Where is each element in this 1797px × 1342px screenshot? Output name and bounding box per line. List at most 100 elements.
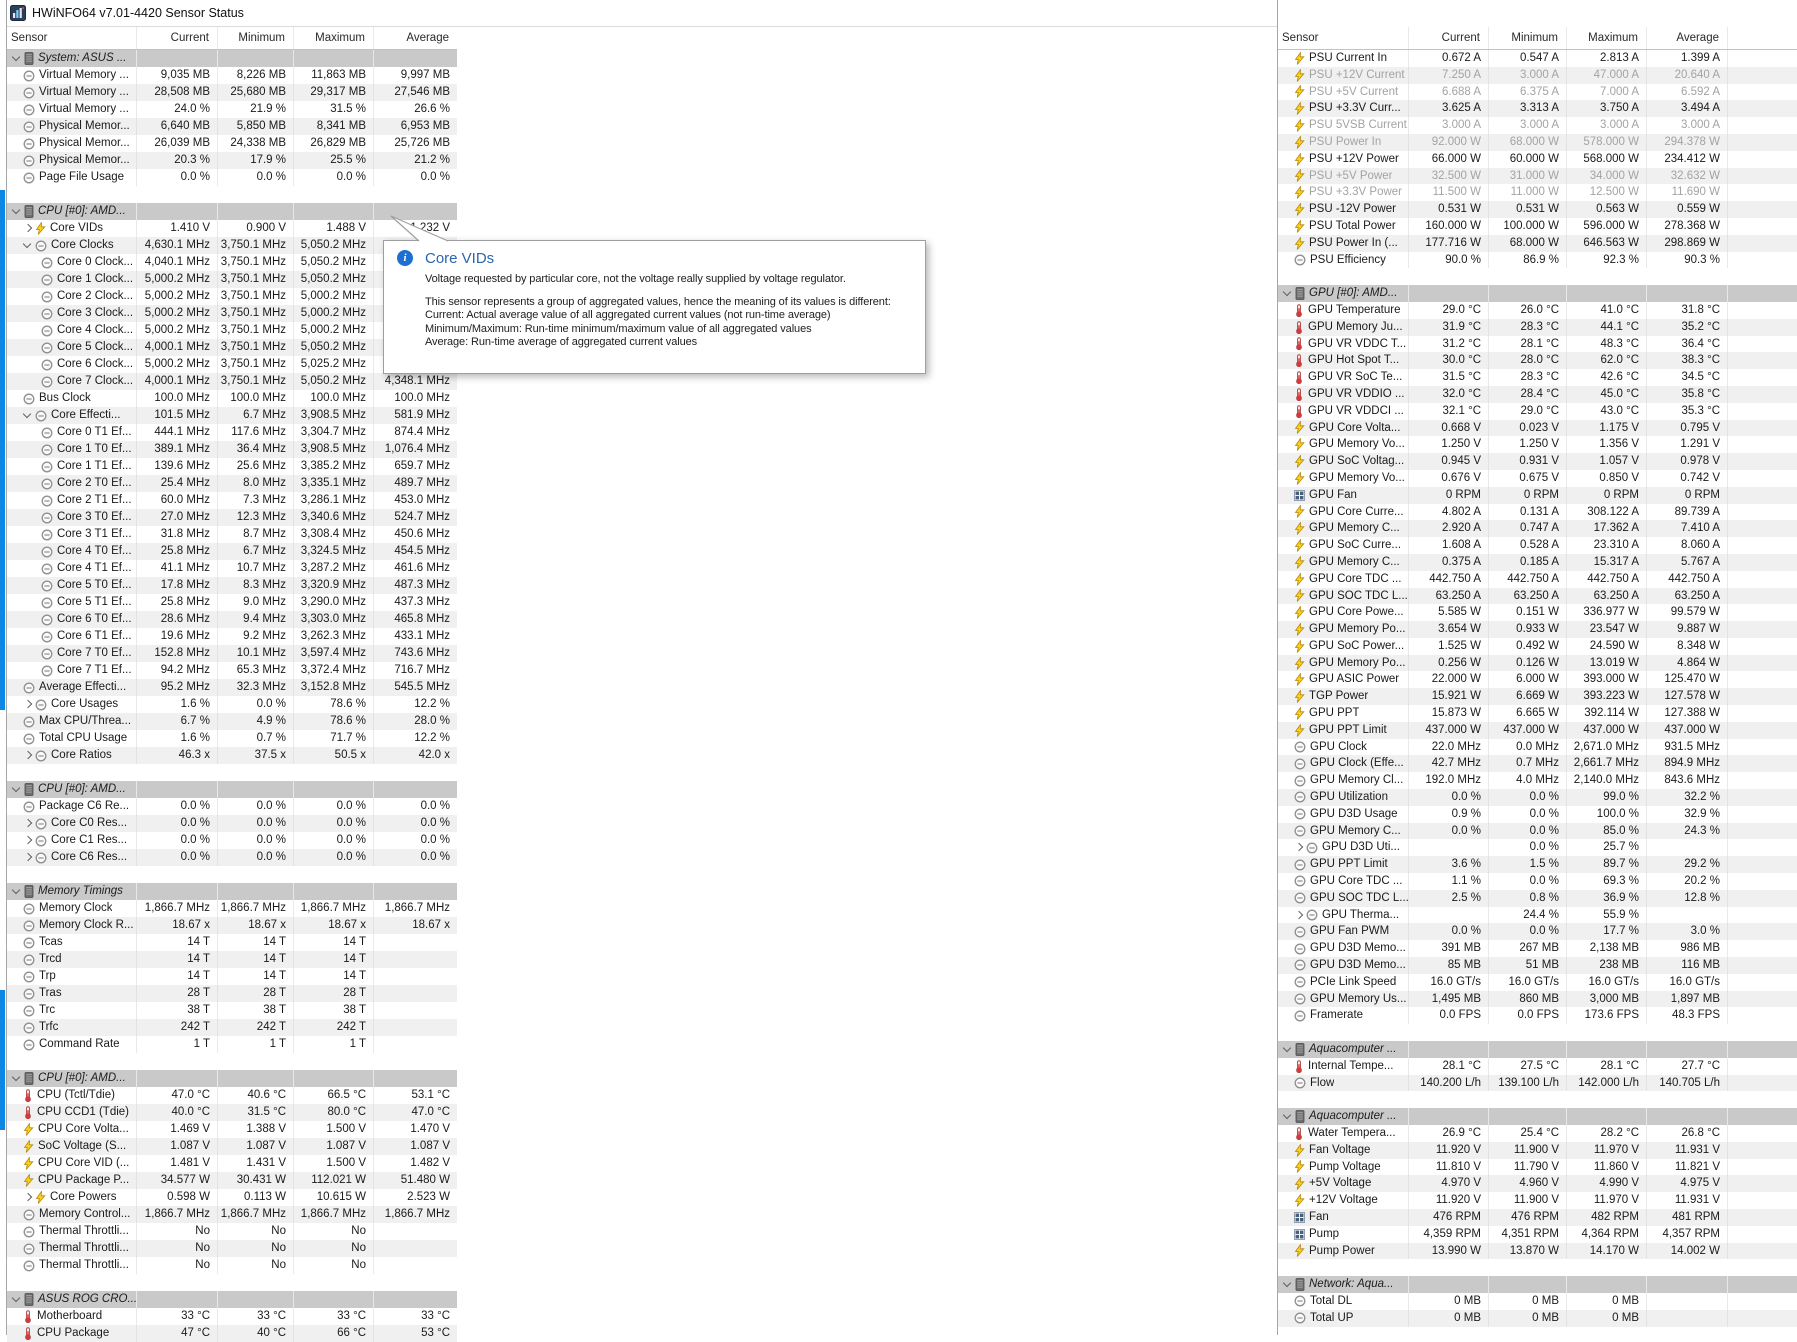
sensor-row[interactable]: Average Effecti... 95.2 MHz 32.3 MHz 3,152.… bbox=[7, 679, 457, 696]
chevron-right-icon[interactable] bbox=[1291, 908, 1306, 923]
column-header-sensor[interactable]: Sensor bbox=[1278, 27, 1408, 49]
sensor-row[interactable]: PSU +5V Current 6.688 A 6.375 A 7.000 A 6.59… bbox=[1278, 83, 1797, 101]
column-header-current[interactable]: Current bbox=[1408, 27, 1488, 49]
sensor-row[interactable]: Total CPU Usage 1.6 % 0.7 % 71.7 % 12.2 % bbox=[7, 730, 457, 747]
sensor-row[interactable]: PSU Power In 92.000 W 68.000 W 578.000 W 294… bbox=[1278, 133, 1797, 151]
sensor-row[interactable]: +5V Voltage 4.970 V 4.960 V 4.990 V 4.975 V bbox=[1278, 1175, 1797, 1193]
sensor-row[interactable]: Core Ratios 46.3 x 37.5 x 50.5 x 42.0 x bbox=[7, 747, 457, 764]
sensor-row[interactable]: PSU Total Power 160.000 W 100.000 W 596.000… bbox=[1278, 217, 1797, 235]
sensor-row[interactable]: GPU Fan PWM 0.0 % 0.0 % 17.7 % 3.0 % bbox=[1278, 923, 1797, 941]
chevron-right-icon[interactable] bbox=[20, 1190, 35, 1205]
sensor-row[interactable]: Pump 4,359 RPM 4,351 RPM 4,364 RPM 4,357 RPM bbox=[1278, 1225, 1797, 1243]
sensor-row[interactable]: GPU Memory Vo... 0.676 V 0.675 V 0.850 V 0.7… bbox=[1278, 469, 1797, 487]
sensor-row[interactable]: GPU Memory C... 0.0 % 0.0 % 85.0 % 24.3 % bbox=[1278, 822, 1797, 840]
sensor-row[interactable]: GPU Memory Vo... 1.250 V 1.250 V 1.356 V 1.2… bbox=[1278, 436, 1797, 454]
sensor-row[interactable]: Total UP 0 MB 0 MB 0 MB bbox=[1278, 1309, 1797, 1327]
sensor-row[interactable]: GPU Temperature 29.0 °C 26.0 °C 41.0 °C 31.8… bbox=[1278, 301, 1797, 319]
sensor-row[interactable]: GPU Memory C... 2.920 A 0.747 A 17.362 A 7.4… bbox=[1278, 520, 1797, 538]
sensor-row[interactable]: GPU VR VDDC T... 31.2 °C 28.1 °C 48.3 °C 36.… bbox=[1278, 335, 1797, 353]
section-header-row[interactable]: CPU [#0]: AMD... bbox=[7, 781, 457, 798]
sensor-row[interactable]: Core 7 T0 Ef... 152.8 MHz 10.1 MHz 3,597.4 … bbox=[7, 645, 457, 662]
column-header-average[interactable]: Average bbox=[373, 27, 457, 49]
section-header-row[interactable]: Aquacomputer ... bbox=[1278, 1041, 1797, 1058]
sensor-row[interactable]: PSU -12V Power 0.531 W 0.531 W 0.563 W 0.559… bbox=[1278, 201, 1797, 218]
sensor-row[interactable]: CPU CCD1 (Tdie) 40.0 °C 31.5 °C 80.0 °C 47.0… bbox=[7, 1104, 457, 1121]
sensor-row[interactable]: Trcd 14 T 14 T 14 T bbox=[7, 951, 457, 968]
sensor-row[interactable]: Virtual Memory ... 24.0 % 21.9 % 31.5 % 26.6… bbox=[7, 101, 457, 118]
sensor-row[interactable]: PSU +5V Power 32.500 W 31.000 W 34.000 W 32.… bbox=[1278, 167, 1797, 185]
sensor-row[interactable]: CPU Package 47 °C 40 °C 66 °C 53 °C bbox=[7, 1325, 457, 1342]
sensor-row[interactable]: Core 1 T1 Ef... 139.6 MHz 25.6 MHz 3,385.2 … bbox=[7, 458, 457, 475]
sensor-row[interactable]: GPU D3D Uti... 0.0 % 25.7 % bbox=[1278, 839, 1797, 857]
chevron-right-icon[interactable] bbox=[20, 833, 35, 848]
column-header-minimum[interactable]: Minimum bbox=[1488, 27, 1566, 49]
section-header-row[interactable]: GPU [#0]: AMD... bbox=[1278, 285, 1797, 302]
chevron-down-icon[interactable] bbox=[1280, 1042, 1295, 1057]
sensor-row[interactable]: TGP Power 15.921 W 6.669 W 393.223 W 127.578… bbox=[1278, 688, 1797, 706]
sensor-row[interactable]: Pump Power 13.990 W 13.870 W 14.170 W 14.002… bbox=[1278, 1242, 1797, 1260]
sensor-row[interactable]: GPU VR SoC Te... 31.5 °C 28.3 °C 42.6 °C 34.… bbox=[1278, 369, 1797, 386]
sensor-row[interactable]: GPU Core Volta... 0.668 V 0.023 V 1.175 V 0.… bbox=[1278, 419, 1797, 437]
sensor-row[interactable]: Core 1 T0 Ef... 389.1 MHz 36.4 MHz 3,908.5 … bbox=[7, 441, 457, 458]
column-header-maximum[interactable]: Maximum bbox=[1566, 27, 1646, 49]
sensor-row[interactable]: +12V Voltage 11.920 V 11.900 V 11.970 V 11.9… bbox=[1278, 1192, 1797, 1209]
chevron-down-icon[interactable] bbox=[1280, 1109, 1295, 1124]
sensor-row[interactable]: PSU Current In 0.672 A 0.547 A 2.813 A 1.399… bbox=[1278, 50, 1797, 67]
column-header-minimum[interactable]: Minimum bbox=[217, 27, 293, 49]
sensor-row[interactable]: Bus Clock 100.0 MHz 100.0 MHz 100.0 MHz 100.… bbox=[7, 390, 457, 407]
sensor-row[interactable]: Core 4 T1 Ef... 41.1 MHz 10.7 MHz 3,287.2 M… bbox=[7, 560, 457, 577]
sensor-row[interactable]: GPU PPT Limit 3.6 % 1.5 % 89.7 % 29.2 % bbox=[1278, 856, 1797, 874]
sensor-row[interactable]: GPU Memory Ju... 31.9 °C 28.3 °C 44.1 °C 35.… bbox=[1278, 318, 1797, 336]
section-header-row[interactable]: System: ASUS ... bbox=[7, 50, 457, 67]
sensor-row[interactable]: Core C6 Res... 0.0 % 0.0 % 0.0 % 0.0 % bbox=[7, 849, 457, 866]
sensor-row[interactable]: Core 6 T0 Ef... 28.6 MHz 9.4 MHz 3,303.0 MH… bbox=[7, 611, 457, 628]
sensor-row[interactable]: Thermal Throttli... No No No bbox=[7, 1240, 457, 1257]
sensor-row[interactable]: Framerate 0.0 FPS 0.0 FPS 173.6 FPS 48.3 FPS bbox=[1278, 1007, 1797, 1025]
sensor-row[interactable]: Physical Memor... 26,039 MB 24,338 MB 26,82… bbox=[7, 135, 457, 152]
sensor-row[interactable]: Command Rate 1 T1 T1 T bbox=[7, 1036, 457, 1053]
sensor-row[interactable]: GPU Therma... 24.4 % 55.9 % bbox=[1278, 906, 1797, 924]
sensor-row[interactable]: Max CPU/Threa... 6.7 % 4.9 % 78.6 % 28.0 % bbox=[7, 713, 457, 730]
section-header-row[interactable]: Aquacomputer ... bbox=[1278, 1108, 1797, 1125]
sensor-row[interactable]: Core 5 T0 Ef... 17.8 MHz 8.3 MHz 3,320.9 MH… bbox=[7, 577, 457, 594]
sensor-row[interactable]: GPU Core Curre... 4.802 A 0.131 A 308.122 A… bbox=[1278, 503, 1797, 521]
sensor-row[interactable]: Core C0 Res... 0.0 % 0.0 % 0.0 % 0.0 % bbox=[7, 815, 457, 832]
chevron-right-icon[interactable] bbox=[20, 697, 35, 712]
sensor-row[interactable]: GPU Memory Us... 1,495 MB 860 MB 3,000 MB 1,… bbox=[1278, 990, 1797, 1008]
chevron-down-icon[interactable] bbox=[9, 884, 24, 899]
sensor-row[interactable]: Thermal Throttli... No No No bbox=[7, 1257, 457, 1274]
sensor-row[interactable]: Trp 14 T 14 T 14 T bbox=[7, 968, 457, 985]
sensor-row[interactable]: Pump Voltage 11.810 V 11.790 V 11.860 V 11.8… bbox=[1278, 1158, 1797, 1176]
sensor-row[interactable]: Package C6 Re... 0.0 % 0.0 % 0.0 % 0.0 % bbox=[7, 798, 457, 815]
sensor-row[interactable]: Core C1 Res... 0.0 % 0.0 % 0.0 % 0.0 % bbox=[7, 832, 457, 849]
sensor-row[interactable]: Internal Tempe... 28.1 °C 27.5 °C 28.1 °C 27… bbox=[1278, 1057, 1797, 1075]
sensor-row[interactable]: Page File Usage 0.0 % 0.0 % 0.0 % 0.0 % bbox=[7, 169, 457, 186]
sensor-row[interactable]: PSU +12V Current 7.250 A 3.000 A 47.000 A 20… bbox=[1278, 66, 1797, 84]
chevron-right-icon[interactable] bbox=[20, 748, 35, 763]
sensor-row[interactable]: Core 2 T0 Ef... 25.4 MHz 8.0 MHz 3,335.1 MH… bbox=[7, 475, 457, 492]
sensor-row[interactable]: Core Usages 1.6 % 0.0 % 78.6 % 12.2 % bbox=[7, 696, 457, 713]
sensor-row[interactable]: GPU ASIC Power 22.000 W 6.000 W 393.000 W 12… bbox=[1278, 671, 1797, 689]
sensor-row[interactable]: CPU (Tctl/Tdie) 47.0 °C 40.6 °C 66.5 °C 53.1… bbox=[7, 1087, 457, 1104]
sensor-row[interactable]: GPU Memory Po... 3.654 W 0.933 W 23.547 W 9.… bbox=[1278, 621, 1797, 638]
sensor-row[interactable]: GPU PPT 15.873 W 6.665 W 392.114 W 127.388 W bbox=[1278, 705, 1797, 722]
sensor-row[interactable]: GPU D3D Memo... 85 MB 51 MB 238 MB 116 MB bbox=[1278, 957, 1797, 974]
column-header-maximum[interactable]: Maximum bbox=[293, 27, 373, 49]
sensor-row[interactable]: Physical Memor... 6,640 MB 5,850 MB 8,341 M… bbox=[7, 118, 457, 135]
chevron-down-icon[interactable] bbox=[9, 204, 24, 219]
sensor-row[interactable]: Trfc 242 T 242 T 242 T bbox=[7, 1019, 457, 1036]
sensor-row[interactable]: SoC Voltage (S... 1.087 V 1.087 V 1.087 V 1.… bbox=[7, 1138, 457, 1155]
sensor-row[interactable]: Thermal Throttli... No No No bbox=[7, 1223, 457, 1240]
sensor-row[interactable]: Physical Memor... 20.3 % 17.9 % 25.5 % 21.2 … bbox=[7, 152, 457, 169]
chevron-right-icon[interactable] bbox=[1291, 840, 1306, 855]
sensor-row[interactable]: GPU VR VDDIO ... 32.0 °C 28.4 °C 45.0 °C 35.… bbox=[1278, 385, 1797, 403]
sensor-row[interactable]: Tras 28 T 28 T 28 T bbox=[7, 985, 457, 1002]
sensor-row[interactable]: GPU Clock (Effe... 42.7 MHz 0.7 MHz 2,661.7… bbox=[1278, 755, 1797, 773]
section-header-row[interactable]: ASUS ROG CRO... bbox=[7, 1291, 457, 1308]
sensor-row[interactable]: GPU Core Powe... 5.585 W 0.151 W 336.977 W9… bbox=[1278, 604, 1797, 622]
section-header-row[interactable]: CPU [#0]: AMD... bbox=[7, 1070, 457, 1087]
sensor-row[interactable]: Core 2 T1 Ef... 60.0 MHz 7.3 MHz 3,286.1 MH… bbox=[7, 492, 457, 509]
sensor-row[interactable]: Virtual Memory ... 9,035 MB 8,226 MB 11,863… bbox=[7, 67, 457, 84]
sensor-row[interactable]: Core 3 T1 Ef... 31.8 MHz 8.7 MHz 3,308.4 MH… bbox=[7, 526, 457, 543]
chevron-right-icon[interactable] bbox=[20, 816, 35, 831]
